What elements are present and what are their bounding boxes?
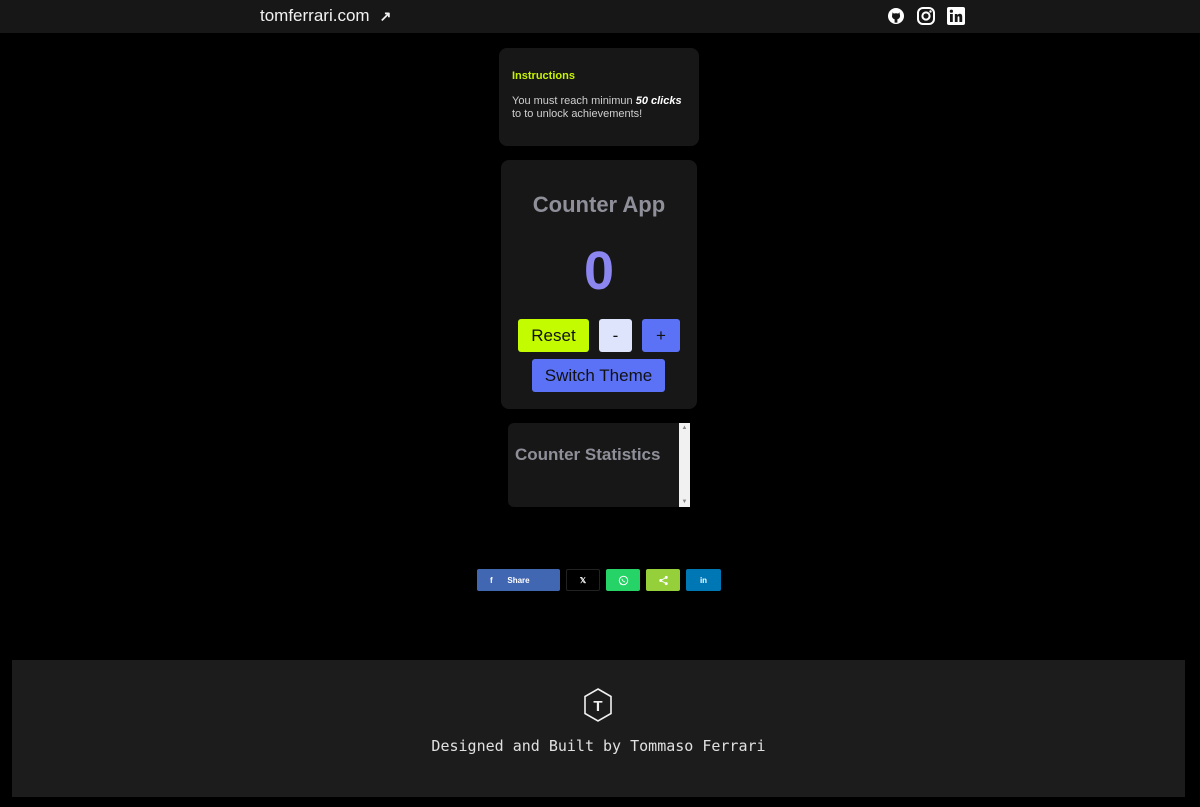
whatsapp-icon	[618, 575, 628, 585]
generic-share-button[interactable]	[646, 569, 680, 591]
counter-value: 0	[583, 241, 615, 301]
footer-credit: Designed and Built by Tommaso Ferrari	[431, 737, 766, 755]
increment-button[interactable]: +	[642, 319, 680, 352]
external-link-icon: ↗	[379, 7, 392, 24]
site-name: tomferrari.com	[260, 6, 370, 25]
facebook-share-button[interactable]: f Share	[477, 569, 560, 591]
x-share-button[interactable]: 𝕏	[566, 569, 600, 591]
decrement-button[interactable]: -	[599, 319, 632, 352]
facebook-share-label: Share	[507, 575, 530, 585]
counter-statistics-panel: Counter Statistics ▲ ▼	[508, 423, 690, 507]
instructions-card: Instructions You must reach minimun 50 c…	[499, 48, 699, 146]
top-navbar: tomferrari.com ↗	[0, 0, 1200, 33]
counter-card: Counter App 0 Reset - + Switch Theme	[501, 160, 697, 409]
instructions-highlight: 50 clicks	[635, 95, 682, 107]
statistics-scrollbar[interactable]: ▲ ▼	[679, 423, 690, 507]
github-icon[interactable]	[886, 6, 906, 26]
linkedin-share-button[interactable]: in	[686, 569, 721, 591]
instructions-text: You must reach minimun 50 clicks to to u…	[512, 95, 692, 121]
statistics-title: Counter Statistics	[515, 445, 661, 464]
social-links	[886, 6, 966, 26]
scroll-up-arrow-icon[interactable]: ▲	[679, 423, 690, 433]
switch-theme-button[interactable]: Switch Theme	[532, 359, 665, 392]
hexagon-logo-icon: T	[582, 687, 614, 723]
scroll-down-arrow-icon[interactable]: ▼	[679, 497, 690, 507]
footer: T Designed and Built by Tommaso Ferrari	[12, 660, 1185, 797]
whatsapp-share-button[interactable]	[606, 569, 640, 591]
instructions-title: Instructions	[512, 70, 575, 82]
instagram-icon[interactable]	[916, 6, 936, 26]
linkedin-share-icon: in	[699, 575, 708, 585]
linkedin-icon[interactable]	[946, 6, 966, 26]
instructions-text-prefix: You must reach minimun	[512, 95, 636, 107]
facebook-icon: f	[490, 575, 493, 585]
x-icon: 𝕏	[579, 575, 587, 585]
counter-title: Counter App	[532, 192, 666, 217]
reset-button[interactable]: Reset	[518, 319, 589, 352]
logo-letter: T	[593, 698, 602, 715]
share-icon	[658, 575, 668, 585]
instructions-text-suffix: to to unlock achievements!	[512, 108, 643, 120]
site-home-link[interactable]: tomferrari.com ↗	[260, 6, 391, 26]
